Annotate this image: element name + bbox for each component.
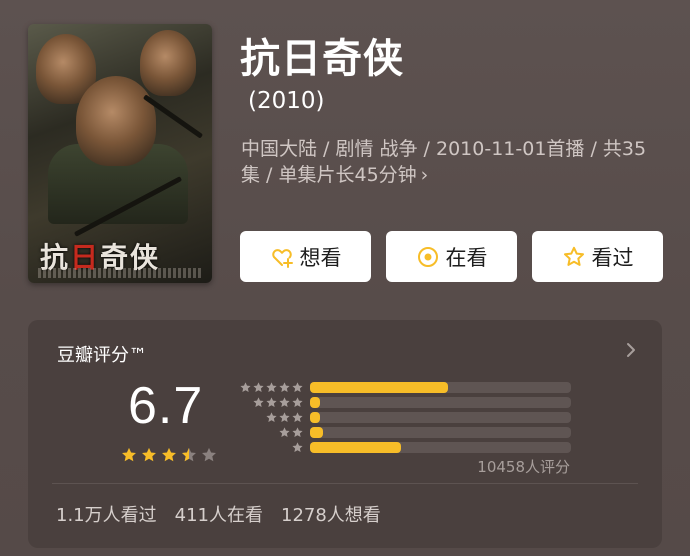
chevron-right-icon bbox=[627, 343, 635, 357]
star-icon bbox=[266, 397, 277, 407]
movie-poster[interactable]: 抗日奇侠 bbox=[28, 24, 212, 283]
rating-row-stars bbox=[278, 426, 304, 439]
rating-row-4-star bbox=[234, 395, 574, 409]
watching-count: 411人在看 bbox=[174, 505, 263, 526]
star-filled-icon bbox=[142, 447, 156, 462]
star-icon bbox=[279, 382, 290, 392]
star-icon bbox=[292, 382, 303, 392]
star-filled-icon bbox=[162, 447, 176, 462]
movie-title: 抗日奇侠 bbox=[240, 36, 404, 82]
rating-bar-track bbox=[310, 382, 571, 393]
movie-year: (2010) bbox=[248, 88, 325, 114]
movie-meta-text: 中国大陆 / 剧情 战争 / 2010-11-01首播 / 共35集 / 单集片… bbox=[241, 138, 647, 186]
star-icon bbox=[240, 382, 251, 392]
star-icon bbox=[292, 412, 303, 422]
star-filled-icon bbox=[122, 447, 136, 462]
rating-stars bbox=[120, 446, 218, 464]
star-icon bbox=[253, 382, 264, 392]
rating-row-stars bbox=[239, 381, 304, 394]
chevron-right-icon: › bbox=[420, 164, 429, 186]
want-to-watch-label: 想看 bbox=[299, 245, 342, 270]
want-count: 1278人想看 bbox=[281, 505, 381, 526]
star-icon bbox=[292, 427, 303, 437]
heart-plus-icon bbox=[270, 245, 294, 269]
star-icon bbox=[279, 412, 290, 422]
rating-row-stars bbox=[252, 396, 304, 409]
rating-bar-fill bbox=[310, 382, 449, 393]
rating-score: 6.7 bbox=[128, 377, 204, 435]
watched-label: 看过 bbox=[591, 245, 634, 270]
watched-button[interactable]: 看过 bbox=[532, 231, 663, 282]
rating-bar-fill bbox=[310, 442, 402, 453]
star-icon bbox=[279, 427, 290, 437]
rating-card[interactable]: 豆瓣评分™ 6.7 10458人评分 1.1万人看过 411人在看 1278人想… bbox=[28, 320, 662, 548]
rating-bar-track bbox=[310, 442, 571, 453]
want-to-watch-button[interactable]: 想看 bbox=[240, 231, 371, 282]
rating-heading: 豆瓣评分™ bbox=[57, 345, 147, 366]
poster-credits bbox=[38, 268, 202, 278]
rating-bar-fill bbox=[310, 427, 324, 438]
rating-row-5-star bbox=[234, 380, 574, 394]
star-outline-icon bbox=[562, 245, 586, 269]
poster-figure bbox=[76, 76, 156, 166]
watched-count: 1.1万人看过 bbox=[56, 505, 157, 526]
divider bbox=[52, 483, 638, 484]
target-icon bbox=[416, 245, 440, 269]
rating-row-stars bbox=[291, 441, 304, 454]
rating-row-stars bbox=[265, 411, 304, 424]
star-icon bbox=[279, 397, 290, 407]
movie-meta[interactable]: 中国大陆 / 剧情 战争 / 2010-11-01首播 / 共35集 / 单集片… bbox=[241, 136, 661, 188]
audience-stats: 1.1万人看过 411人在看 1278人想看 bbox=[56, 501, 381, 527]
poster-figure bbox=[140, 30, 196, 96]
star-icon bbox=[292, 397, 303, 407]
star-icon bbox=[292, 442, 303, 452]
rating-row-2-star bbox=[234, 425, 574, 439]
watching-button[interactable]: 在看 bbox=[386, 231, 517, 282]
star-half-icon bbox=[182, 447, 196, 462]
rating-bar-fill bbox=[310, 412, 321, 423]
star-icon bbox=[266, 382, 277, 392]
rating-bar-track bbox=[310, 412, 571, 423]
star-icon bbox=[266, 412, 277, 422]
star-empty-icon bbox=[202, 447, 216, 462]
rating-row-3-star bbox=[234, 410, 574, 424]
rating-bar-track bbox=[310, 427, 571, 438]
watching-label: 在看 bbox=[445, 245, 488, 270]
rating-bar-fill bbox=[310, 397, 321, 408]
rating-row-1-star bbox=[234, 440, 574, 454]
rating-bar-track bbox=[310, 397, 571, 408]
star-icon bbox=[253, 397, 264, 407]
rating-count: 10458人评分 bbox=[477, 458, 570, 476]
